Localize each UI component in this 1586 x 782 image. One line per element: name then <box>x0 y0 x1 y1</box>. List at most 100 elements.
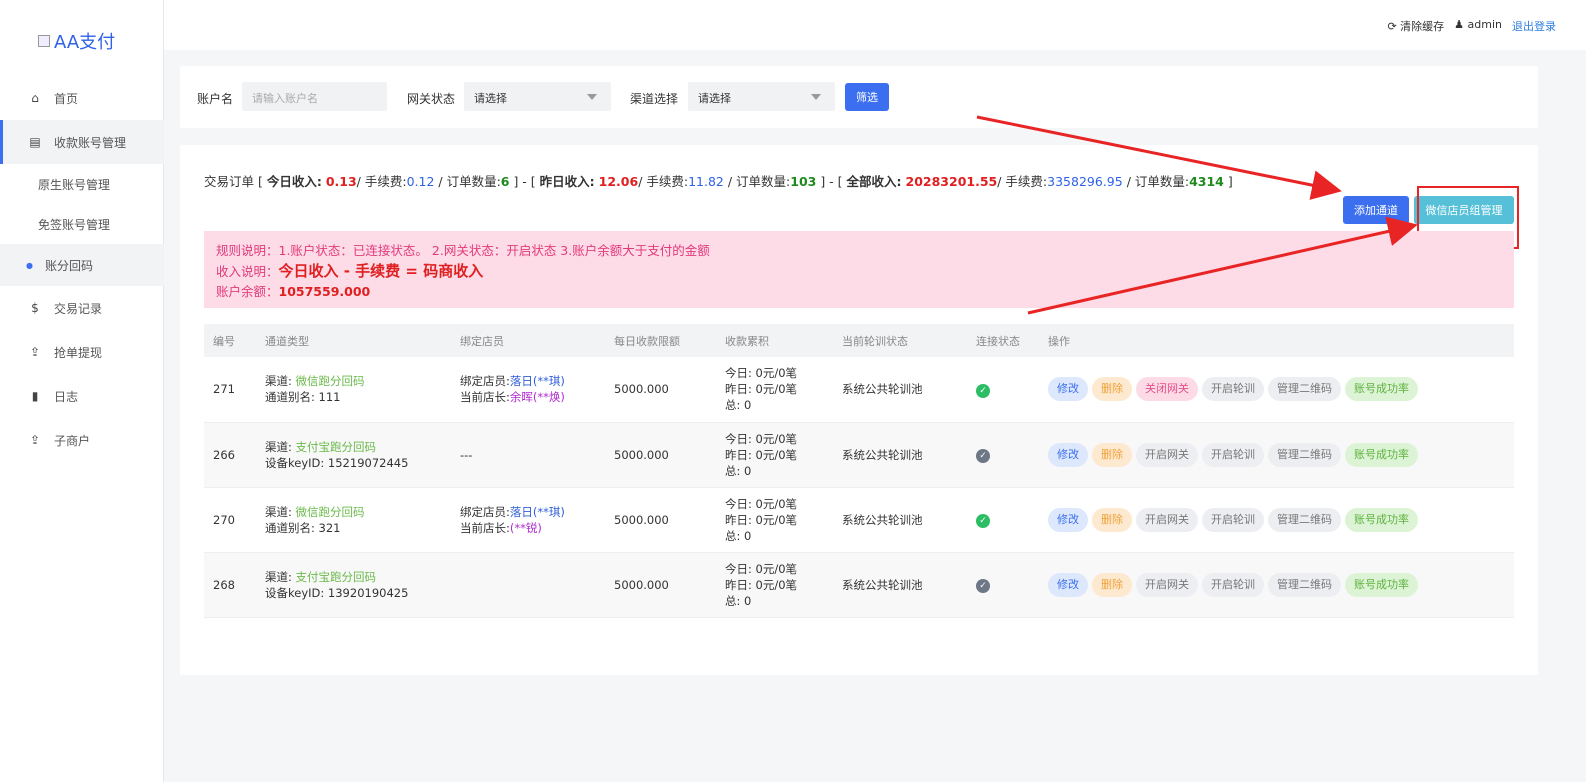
channel-type: 支付宝跑分回码 <box>295 439 377 454</box>
filter-button[interactable]: 筛选 <box>845 83 889 111</box>
all-count: 4314 <box>1189 174 1224 189</box>
delete-button[interactable]: 删除 <box>1092 507 1132 532</box>
broken-image-icon <box>38 35 50 47</box>
daily-limit: 5000.000 <box>614 512 669 527</box>
all-income-label: 全部收入: <box>846 174 902 189</box>
sidebar-item-withdraw[interactable]: ⇪ 抢单提现 <box>0 330 164 374</box>
delete-button[interactable]: 删除 <box>1092 442 1132 467</box>
sidebar-item-label: 抢单提现 <box>54 345 103 360</box>
income-explanation: 收入说明：今日收入 - 手续费 = 码商收入 <box>216 261 1502 282</box>
channel-cell: 渠道: 微信跑分回码 通道别名: 111 <box>256 357 451 422</box>
sidebar-item-log[interactable]: ▮ 日志 <box>0 374 164 418</box>
gateway-toggle-button[interactable]: 开启网关 <box>1136 442 1198 467</box>
sidebar-item-home[interactable]: ⌂ 首页 <box>0 76 164 120</box>
channel-select[interactable]: 请选择 <box>688 82 835 111</box>
sidebar-item-payment-accounts[interactable]: ▤ 收款账号管理 <box>0 120 164 164</box>
yesterday-count-label: / 订单数量: <box>723 174 791 189</box>
table-row: 271 渠道: 微信跑分回码 通道别名: 111 绑定店员:落日(**琪) 当前店长… <box>204 357 1514 422</box>
gateway-toggle-button[interactable]: 开启网关 <box>1136 572 1198 597</box>
bind-staff[interactable]: 落日(**琪) <box>510 374 565 388</box>
bind-manager-label: 当前店长: <box>460 390 510 405</box>
poll-toggle-button[interactable]: 开启轮训 <box>1202 442 1264 467</box>
sidebar-item-sub-merchant[interactable]: ⇪ 子商户 <box>0 418 164 462</box>
bind-staff-label: 绑定店员: <box>460 374 510 389</box>
manage-qrcode-button[interactable]: 管理二维码 <box>1268 507 1341 532</box>
add-channel-button[interactable]: 添加通道 <box>1343 196 1409 224</box>
summary-prefix: 交易订单 [ <box>204 174 267 189</box>
balance-value: 1057559.000 <box>278 284 371 299</box>
edit-button[interactable]: 修改 <box>1048 572 1088 597</box>
account-input[interactable]: 请输入账户名 <box>242 82 387 111</box>
channel-cell: 渠道: 支付宝跑分回码 设备keyID: 15219072445 <box>256 422 451 487</box>
gateway-select[interactable]: 请选择 <box>464 82 611 111</box>
yesterday-accum: 昨日: 0元/0笔 <box>725 382 798 397</box>
poll-status: 系统公共轮训池 <box>842 512 923 527</box>
accumulation-cell: 今日: 0元/0笔 昨日: 0元/0笔 总: 0 <box>716 552 833 617</box>
channel-label: 渠道: <box>265 569 296 584</box>
yesterday-accum: 昨日: 0元/0笔 <box>725 512 798 527</box>
manage-qrcode-button[interactable]: 管理二维码 <box>1268 572 1341 597</box>
channel-label: 渠道: <box>265 504 296 519</box>
poll-toggle-button[interactable]: 开启轮训 <box>1202 507 1264 532</box>
poll-toggle-button[interactable]: 开启轮训 <box>1202 377 1264 402</box>
sidebar-item-split-code[interactable]: ● 账分回码 <box>0 244 164 286</box>
success-rate-button[interactable]: 账号成功率 <box>1345 442 1418 467</box>
sidebar-item-label: 账分回码 <box>44 258 93 273</box>
bind-cell <box>451 552 605 617</box>
channel-type: 微信跑分回码 <box>295 374 365 389</box>
today-income: 0.13 <box>325 174 357 189</box>
column-header: 绑定店员 <box>460 334 504 348</box>
connection-cell: ✓ <box>967 422 1039 487</box>
bind-manager[interactable]: (**锐) <box>510 521 542 535</box>
user-name: admin <box>1467 18 1502 31</box>
poll-toggle-button[interactable]: 开启轮训 <box>1202 572 1264 597</box>
edit-button[interactable]: 修改 <box>1048 377 1088 402</box>
bind-manager[interactable]: 余晖(**焕) <box>510 390 565 404</box>
success-rate-button[interactable]: 账号成功率 <box>1345 377 1418 402</box>
bullet-icon: ● <box>26 260 33 270</box>
accumulation-cell: 今日: 0元/0笔 昨日: 0元/0笔 总: 0 <box>716 422 833 487</box>
summary-separator: ] - [ <box>816 174 847 189</box>
clear-cache-link[interactable]: ⟳ 清除缓存 <box>1387 18 1444 34</box>
clear-cache-label: 清除缓存 <box>1400 20 1445 33</box>
gateway-toggle-button[interactable]: 开启网关 <box>1136 507 1198 532</box>
sidebar-item-free-accounts[interactable]: 免签账号管理 <box>0 204 164 244</box>
accumulation-cell: 今日: 0元/0笔 昨日: 0元/0笔 总: 0 <box>716 357 833 422</box>
edit-button[interactable]: 修改 <box>1048 442 1088 467</box>
account-label: 账户名 <box>197 92 234 106</box>
user-menu[interactable]: ♟ admin <box>1454 18 1502 34</box>
bind-staff-label: 绑定店员: <box>460 504 510 519</box>
edit-button[interactable]: 修改 <box>1048 507 1088 532</box>
transaction-summary: 交易订单 [ 今日收入: 0.13/ 手续费:0.12 / 订单数量:6 ] -… <box>204 171 1233 190</box>
check-circle-icon: ✓ <box>976 579 990 593</box>
manage-qrcode-button[interactable]: 管理二维码 <box>1268 442 1341 467</box>
delete-button[interactable]: 删除 <box>1092 377 1132 402</box>
connection-cell: ✓ <box>967 357 1039 422</box>
refresh-icon: ⟳ <box>1387 20 1397 33</box>
channel-type: 微信跑分回码 <box>295 504 365 519</box>
row-id: 268 <box>213 577 235 592</box>
logout-link[interactable]: 退出登录 <box>1512 18 1556 34</box>
sidebar-item-label: 原生账号管理 <box>38 177 111 192</box>
daily-limit: 5000.000 <box>614 447 669 462</box>
manage-qrcode-button[interactable]: 管理二维码 <box>1268 377 1341 402</box>
ops-cell: 修改 删除 开启网关 开启轮训 管理二维码 账号成功率 <box>1039 422 1514 487</box>
yesterday-fee: 11.82 <box>688 174 724 189</box>
column-header: 通道类型 <box>265 334 309 348</box>
delete-button[interactable]: 删除 <box>1092 572 1132 597</box>
logo[interactable]: AA支付 <box>38 28 115 54</box>
scrollbar[interactable] <box>1578 50 1586 782</box>
success-rate-button[interactable]: 账号成功率 <box>1345 507 1418 532</box>
table-header-row: 编号 通道类型 绑定店员 每日收款限额 收款累积 当前轮训状态 连接状态 操作 <box>204 324 1514 357</box>
success-rate-button[interactable]: 账号成功率 <box>1345 572 1418 597</box>
sidebar-item-transactions[interactable]: $ 交易记录 <box>0 286 164 330</box>
balance-label: 账户余额： <box>216 284 279 299</box>
gateway-toggle-button[interactable]: 关闭网关 <box>1136 377 1198 402</box>
sidebar-item-label: 首页 <box>54 91 79 106</box>
all-fee-label: / 手续费: <box>997 174 1048 189</box>
ops-cell: 修改 删除 关闭网关 开启轮训 管理二维码 账号成功率 <box>1039 357 1514 422</box>
yesterday-accum: 昨日: 0元/0笔 <box>725 577 798 592</box>
sidebar-item-native-accounts[interactable]: 原生账号管理 <box>0 164 164 204</box>
balance-line: 账户余额：1057559.000 <box>216 282 1502 302</box>
bind-staff[interactable]: 落日(**琪) <box>510 505 565 519</box>
